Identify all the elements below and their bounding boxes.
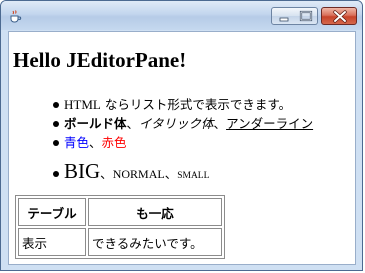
minimize-icon [279,17,289,22]
bullet-icon [53,121,59,128]
list-item: BIG、NORMAL、SMALL [53,158,209,189]
html-text: HTML [64,97,101,112]
app-window: Hello JEditorPane! HTML ならリスト形式で表示できます。 … [0,0,363,271]
underline-text: アンダーライン [226,116,314,131]
java-cup-icon [8,8,22,23]
list-item: ボールド体、イタリック体、アンダーライン [53,116,313,132]
red-text: 赤色 [101,135,127,150]
small-text: SMALL [177,171,210,181]
table-header-cell: も一応 [88,198,222,226]
blue-text: 青色 [64,135,90,150]
separator: 、 [213,116,227,131]
maximize-button[interactable] [294,7,318,25]
sample-table: テーブル も一応 表示 できるみたいです。 [15,195,225,259]
editor-pane[interactable]: Hello JEditorPane! HTML ならリスト形式で表示できます。 … [8,31,356,265]
table-header-cell: テーブル [18,198,86,226]
maximize-icon [299,10,313,22]
close-button[interactable] [321,7,357,25]
separator: 、 [164,166,178,181]
bullet-icon [53,102,59,109]
page-heading: Hello JEditorPane! [13,48,187,72]
table-cell: できるみたいです。 [88,228,222,256]
minimize-button[interactable] [271,7,295,25]
bullet-icon [53,171,59,178]
italic-text: イタリック体 [139,116,214,131]
separator: 、 [126,116,140,131]
separator: 、 [89,135,102,150]
bold-text: ボールド体 [64,116,127,131]
table-row: 表示 できるみたいです。 [18,228,222,256]
normal-text: NORMAL [112,167,165,181]
list-text: ならリスト形式で表示できます。 [100,97,292,112]
list-item: HTML ならリスト形式で表示できます。 [53,97,291,113]
separator: 、 [100,166,113,181]
list-item: 青色、赤色 [53,135,127,151]
big-text: BIG [64,159,101,183]
bullet-icon [53,140,59,147]
close-icon [333,10,347,23]
table-cell: 表示 [18,228,86,256]
title-bar[interactable] [1,1,362,30]
table-header-row: テーブル も一応 [18,198,222,226]
